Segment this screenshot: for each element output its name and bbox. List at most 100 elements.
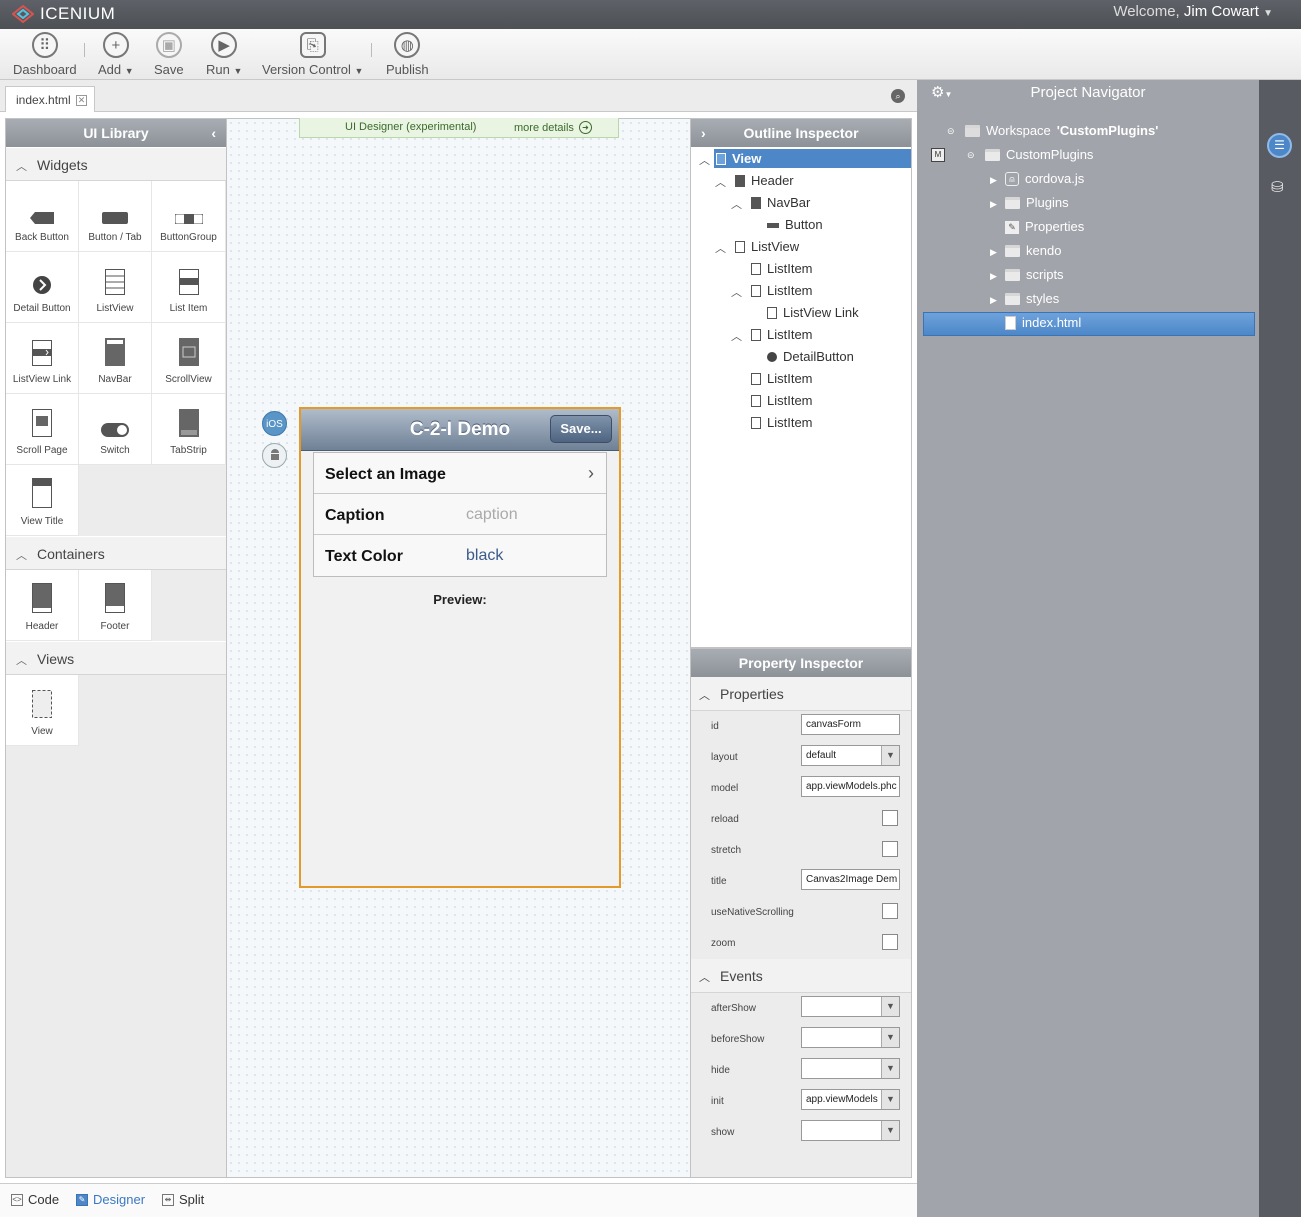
outline-item-listview-link[interactable]: ListView Link bbox=[767, 302, 859, 324]
save-button[interactable]: ▣ Save bbox=[154, 32, 184, 77]
code-view-button[interactable]: <> Code bbox=[11, 1192, 59, 1207]
expand-arrow-icon[interactable]: ▶ bbox=[990, 295, 997, 306]
widget-detail-button[interactable]: Detail Button bbox=[6, 252, 79, 323]
folder-kendo[interactable]: kendo bbox=[1005, 239, 1061, 263]
user-menu[interactable]: Welcome, Jim Cowart ▼ bbox=[1113, 3, 1273, 20]
containers-section-header[interactable]: ︿ Containers bbox=[6, 536, 226, 570]
widget-scrollview[interactable]: ScrollView bbox=[152, 323, 226, 394]
widget-view-title[interactable]: View Title bbox=[6, 465, 79, 536]
expand-arrow-icon[interactable]: ▶ bbox=[990, 247, 997, 258]
chevron-up-icon[interactable]: ︿ bbox=[731, 328, 742, 344]
outline-item-listitem[interactable]: ListItem bbox=[751, 368, 813, 390]
model-input[interactable]: app.viewModels.phc bbox=[801, 776, 900, 797]
use-native-scrolling-checkbox[interactable] bbox=[882, 903, 898, 919]
container-header[interactable]: Header bbox=[6, 570, 79, 641]
switch-icon bbox=[101, 423, 129, 437]
chevron-up-icon[interactable]: ︿ bbox=[699, 152, 710, 168]
add-button[interactable]: + Add ▼ bbox=[98, 32, 134, 77]
expand-arrow-icon[interactable]: ▶ bbox=[990, 199, 997, 210]
layout-select[interactable]: default ▼ bbox=[801, 745, 900, 766]
chevron-left-icon[interactable]: ‹ bbox=[211, 119, 216, 147]
folder-plugins[interactable]: Plugins bbox=[1005, 191, 1069, 215]
outline-item-listview[interactable]: ListView bbox=[735, 236, 799, 258]
split-view-button[interactable]: ⇹ Split bbox=[162, 1192, 204, 1207]
list-item-icon bbox=[751, 373, 761, 385]
chevron-up-icon[interactable]: ︿ bbox=[715, 240, 726, 256]
title-input[interactable]: Canvas2Image Dem bbox=[801, 869, 900, 890]
after-show-select[interactable]: ▼ bbox=[801, 996, 900, 1017]
collapse-icon[interactable]: ⊝ bbox=[967, 150, 975, 161]
collapse-icon[interactable]: ⊝ bbox=[947, 126, 955, 137]
folder-styles[interactable]: styles bbox=[1005, 287, 1059, 311]
expand-arrow-icon[interactable]: ▶ bbox=[990, 175, 997, 186]
widgets-section-header[interactable]: ︿ Widgets bbox=[6, 147, 226, 181]
widget-button-tab[interactable]: Button / Tab bbox=[79, 181, 152, 252]
properties-section-header[interactable]: ︿ Properties bbox=[691, 677, 911, 711]
run-button[interactable]: ▶ Run ▼ bbox=[206, 32, 242, 77]
file-cordova-js[interactable]: ⍝ cordova.js bbox=[1005, 167, 1084, 191]
chevron-up-icon[interactable]: ︿ bbox=[731, 284, 742, 300]
zoom-checkbox[interactable] bbox=[882, 934, 898, 950]
widget-listview[interactable]: ListView bbox=[79, 252, 152, 323]
widget-listview-link[interactable]: ListView Link bbox=[6, 323, 79, 394]
outline-item-detailbutton[interactable]: DetailButton bbox=[767, 346, 854, 368]
widget-tabstrip[interactable]: TabStrip bbox=[152, 394, 226, 465]
widget-list-item[interactable]: List Item bbox=[152, 252, 226, 323]
chevron-right-icon[interactable]: › bbox=[701, 119, 706, 147]
view-item[interactable]: View bbox=[6, 675, 79, 746]
prop-label: useNativeScrolling bbox=[711, 907, 794, 918]
gear-icon[interactable]: ⚙▼ bbox=[931, 80, 952, 108]
widget-switch[interactable]: Switch bbox=[79, 394, 152, 465]
close-icon[interactable]: ✕ bbox=[76, 95, 87, 106]
events-section-header[interactable]: ︿ Events bbox=[691, 959, 911, 993]
widget-scroll-page[interactable]: Scroll Page bbox=[6, 394, 79, 465]
device-save-button[interactable]: Save... bbox=[550, 415, 612, 443]
folder-scripts[interactable]: scripts bbox=[1005, 263, 1064, 287]
show-select[interactable]: ▼ bbox=[801, 1120, 900, 1141]
file-index-html[interactable]: index.html bbox=[1005, 311, 1081, 335]
init-select[interactable]: app.viewModels ▼ bbox=[801, 1089, 900, 1110]
designer-view-button[interactable]: ✎ Designer bbox=[76, 1192, 145, 1207]
project-node[interactable]: CustomPlugins bbox=[985, 143, 1093, 167]
more-details-link[interactable]: more details ➜ bbox=[514, 121, 592, 134]
android-icon[interactable] bbox=[262, 443, 287, 468]
widget-navbar[interactable]: NavBar bbox=[79, 323, 152, 394]
views-section-header[interactable]: ︿ Views bbox=[6, 641, 226, 675]
reload-checkbox[interactable] bbox=[882, 810, 898, 826]
widget-back-button[interactable]: Back Button bbox=[6, 181, 79, 252]
outline-item-listitem[interactable]: ListItem bbox=[751, 412, 813, 434]
list-item[interactable]: Text Color black bbox=[314, 535, 606, 576]
outline-item-listitem[interactable]: ListItem bbox=[751, 258, 813, 280]
publish-button[interactable]: ◍ Publish bbox=[386, 32, 429, 77]
chevron-up-icon[interactable]: ︿ bbox=[731, 196, 742, 212]
outline-item-listitem[interactable]: ListItem bbox=[751, 280, 813, 302]
project-navigator-icon[interactable]: ☰ bbox=[1267, 133, 1292, 158]
outline-item-view[interactable]: View bbox=[716, 148, 761, 170]
device-navbar[interactable]: C-2-I Demo Save... bbox=[301, 409, 619, 451]
device-preview[interactable]: C-2-I Demo Save... Select an Image › Cap… bbox=[299, 407, 621, 888]
widget-buttongroup[interactable]: ButtonGroup bbox=[152, 181, 226, 252]
dashboard-button[interactable]: ⠿ Dashboard bbox=[13, 32, 77, 77]
ios-platform-button[interactable]: iOS bbox=[262, 411, 287, 436]
outline-item-button[interactable]: Button bbox=[767, 214, 823, 236]
stretch-checkbox[interactable] bbox=[882, 841, 898, 857]
container-footer[interactable]: Footer bbox=[79, 570, 152, 641]
properties-node[interactable]: ✎ Properties bbox=[1005, 215, 1084, 239]
database-icon[interactable]: ⛁ bbox=[1271, 178, 1284, 196]
list-item[interactable]: Select an Image › bbox=[314, 453, 606, 494]
outline-item-listitem[interactable]: ListItem bbox=[751, 324, 813, 346]
tab-index-html[interactable]: index.html ✕ bbox=[5, 86, 95, 112]
outline-item-header[interactable]: Header bbox=[735, 170, 794, 192]
version-control-button[interactable]: ⎘ Version Control ▼ bbox=[262, 32, 363, 77]
workspace-node[interactable]: Workspace 'CustomPlugins' bbox=[965, 119, 1158, 143]
outline-item-listitem[interactable]: ListItem bbox=[751, 390, 813, 412]
outline-item-navbar[interactable]: NavBar bbox=[751, 192, 810, 214]
before-show-select[interactable]: ▼ bbox=[801, 1027, 900, 1048]
list-item[interactable]: Caption caption bbox=[314, 494, 606, 535]
search-icon[interactable]: ⌕ bbox=[891, 89, 905, 103]
hide-select[interactable]: ▼ bbox=[801, 1058, 900, 1079]
chevron-up-icon[interactable]: ︿ bbox=[715, 174, 726, 190]
device-listview[interactable]: Select an Image › Caption caption Text C… bbox=[313, 452, 607, 577]
expand-arrow-icon[interactable]: ▶ bbox=[990, 271, 997, 282]
id-input[interactable]: canvasForm bbox=[801, 714, 900, 735]
